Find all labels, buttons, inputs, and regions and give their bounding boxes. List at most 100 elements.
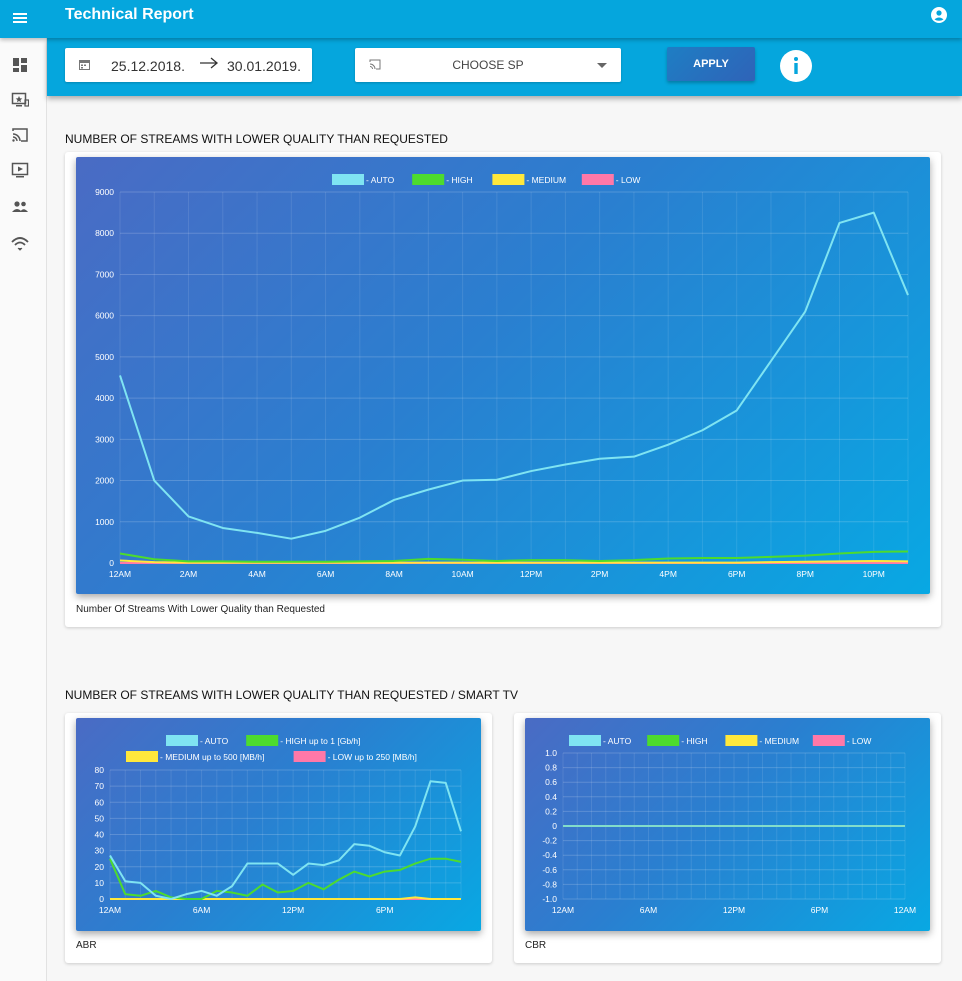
x-tick-label: 12AM: [894, 905, 916, 915]
legend-swatch: [581, 174, 614, 185]
y-tick-label: -0.2: [542, 836, 557, 846]
x-tick-label: 6AM: [640, 905, 657, 915]
y-tick-label: 5000: [95, 352, 114, 362]
y-tick-label: 6000: [95, 311, 114, 321]
sp-select-value: CHOOSE SP: [452, 58, 524, 72]
x-tick-label: 12PM: [723, 905, 745, 915]
legend-label: - HIGH: [681, 736, 707, 746]
x-tick-label: 10AM: [451, 569, 473, 579]
legend-swatch: [647, 735, 680, 746]
legend-swatch: [812, 735, 845, 746]
legend-swatch: [725, 735, 758, 746]
x-tick-label: 4AM: [248, 569, 265, 579]
sidebar: [0, 38, 47, 981]
y-tick-label: 1000: [95, 517, 114, 527]
y-tick-label: 2000: [95, 476, 114, 486]
y-tick-label: 0.4: [545, 792, 557, 802]
x-tick-label: 12PM: [520, 569, 542, 579]
y-tick-label: 4000: [95, 393, 114, 403]
chart-card-main: 0 1000 2000 3000 4000 5000 6000 7000 8000 9000 12A…: [65, 152, 941, 627]
y-tick-label: 30: [95, 846, 105, 856]
wifi-signal-icon[interactable]: [11, 234, 29, 252]
legend-swatch: [293, 751, 326, 762]
y-tick-label: -0.8: [542, 879, 557, 889]
y-tick-label: -0.6: [542, 865, 557, 875]
date-to[interactable]: 30.01.2019.: [227, 58, 301, 74]
date-range-picker[interactable]: 25.12.2018. 30.01.2019.: [65, 48, 312, 82]
legend-swatch: [492, 174, 525, 185]
y-tick-label: 0.8: [545, 763, 557, 773]
calendar-icon: [79, 60, 90, 70]
users-icon[interactable]: [11, 198, 29, 216]
app-title: Technical Report: [65, 6, 194, 23]
x-tick-label: 6PM: [376, 905, 393, 915]
legend-label: - LOW: [847, 736, 872, 746]
x-tick-label: 12PM: [282, 905, 304, 915]
legend-label: - AUTO: [603, 736, 632, 746]
series-line: [109, 780, 462, 900]
chart-panel-abr: 0 10 20 30 40 50 60 70 80 12AM 6AM 12PM 6PM - AUTO -…: [76, 718, 481, 931]
series-line: [119, 550, 909, 563]
chart-panel-main: 0 1000 2000 3000 4000 5000 6000 7000 8000 9000 12A…: [76, 157, 930, 594]
chart-caption-abr: ABR: [76, 940, 97, 951]
legend-swatch: [569, 735, 601, 746]
x-tick-label: 12AM: [99, 905, 121, 915]
tv-star-icon[interactable]: [11, 91, 29, 109]
chart-caption-cbr: CBR: [525, 940, 547, 951]
x-tick-label: 10PM: [863, 569, 885, 579]
x-tick-label: 6PM: [811, 905, 828, 915]
y-tick-label: 0.2: [545, 806, 557, 816]
legend-label: - LOW: [616, 175, 641, 185]
x-tick-label: 8PM: [796, 569, 813, 579]
y-tick-label: 10: [95, 878, 105, 888]
legend-label: - AUTO: [366, 175, 395, 185]
legend-swatch: [126, 751, 158, 762]
app-bar: Technical Report: [0, 0, 962, 38]
y-tick-label: 50: [95, 813, 105, 823]
sp-select[interactable]: CHOOSE SP: [355, 48, 621, 82]
y-tick-label: 0.6: [545, 777, 557, 787]
y-tick-label: -0.4: [542, 850, 557, 860]
y-tick-label: 8000: [95, 228, 114, 238]
dashboard-icon[interactable]: [11, 56, 29, 74]
account-icon[interactable]: [931, 7, 947, 23]
legend-label: - MEDIUM up to 500 [MB/h]: [160, 752, 264, 762]
chart-card-cbr: -1.0 -0.8 -0.6 -0.4 -0.2 0 0.2 0.4 0.6 0.8 1.0 12AM…: [514, 713, 941, 963]
x-tick-label: 2AM: [180, 569, 197, 579]
y-tick-label: 20: [95, 862, 105, 872]
y-tick-label: 40: [95, 830, 105, 840]
y-tick-label: 0: [552, 821, 557, 831]
legend-label: - MEDIUM: [759, 736, 799, 746]
date-from[interactable]: 25.12.2018.: [111, 58, 185, 74]
play-screen-icon[interactable]: [11, 161, 29, 179]
legend-label: - AUTO: [200, 736, 229, 746]
apply-button[interactable]: APPLY: [667, 47, 755, 81]
x-tick-label: 8AM: [385, 569, 402, 579]
legend-swatch: [166, 735, 198, 746]
y-tick-label: 7000: [95, 269, 114, 279]
legend-label: - HIGH up to 1 [Gb/h]: [280, 736, 360, 746]
legend-swatch: [412, 174, 445, 185]
legend-swatch: [332, 174, 364, 185]
x-tick-label: 12AM: [552, 905, 574, 915]
section-title-smart-tv: NUMBER OF STREAMS WITH LOWER QUALITY THA…: [65, 688, 518, 702]
filter-bar: 25.12.2018. 30.01.2019. CHOOSE SP APPLY: [47, 38, 962, 96]
x-tick-label: 6AM: [193, 905, 210, 915]
y-tick-label: -1.0: [542, 894, 557, 904]
legend-label: - LOW up to 250 [MB/h]: [328, 752, 417, 762]
y-tick-label: 70: [95, 781, 105, 791]
series-line: [109, 857, 462, 900]
y-tick-label: 60: [95, 797, 105, 807]
series-line: [119, 211, 909, 540]
info-icon[interactable]: [780, 50, 812, 82]
legend-label: - MEDIUM: [526, 175, 566, 185]
chevron-down-icon: [597, 63, 607, 68]
chart-caption-main: Number Of Streams With Lower Quality tha…: [76, 604, 325, 615]
x-tick-label: 12AM: [109, 569, 131, 579]
y-tick-label: 0: [109, 558, 114, 568]
arrow-right-icon: [200, 57, 219, 69]
cast-icon[interactable]: [11, 126, 29, 144]
x-tick-label: 4PM: [659, 569, 676, 579]
chart-panel-cbr: -1.0 -0.8 -0.6 -0.4 -0.2 0 0.2 0.4 0.6 0.8 1.0 12AM…: [525, 718, 930, 931]
menu-icon[interactable]: [11, 9, 29, 27]
